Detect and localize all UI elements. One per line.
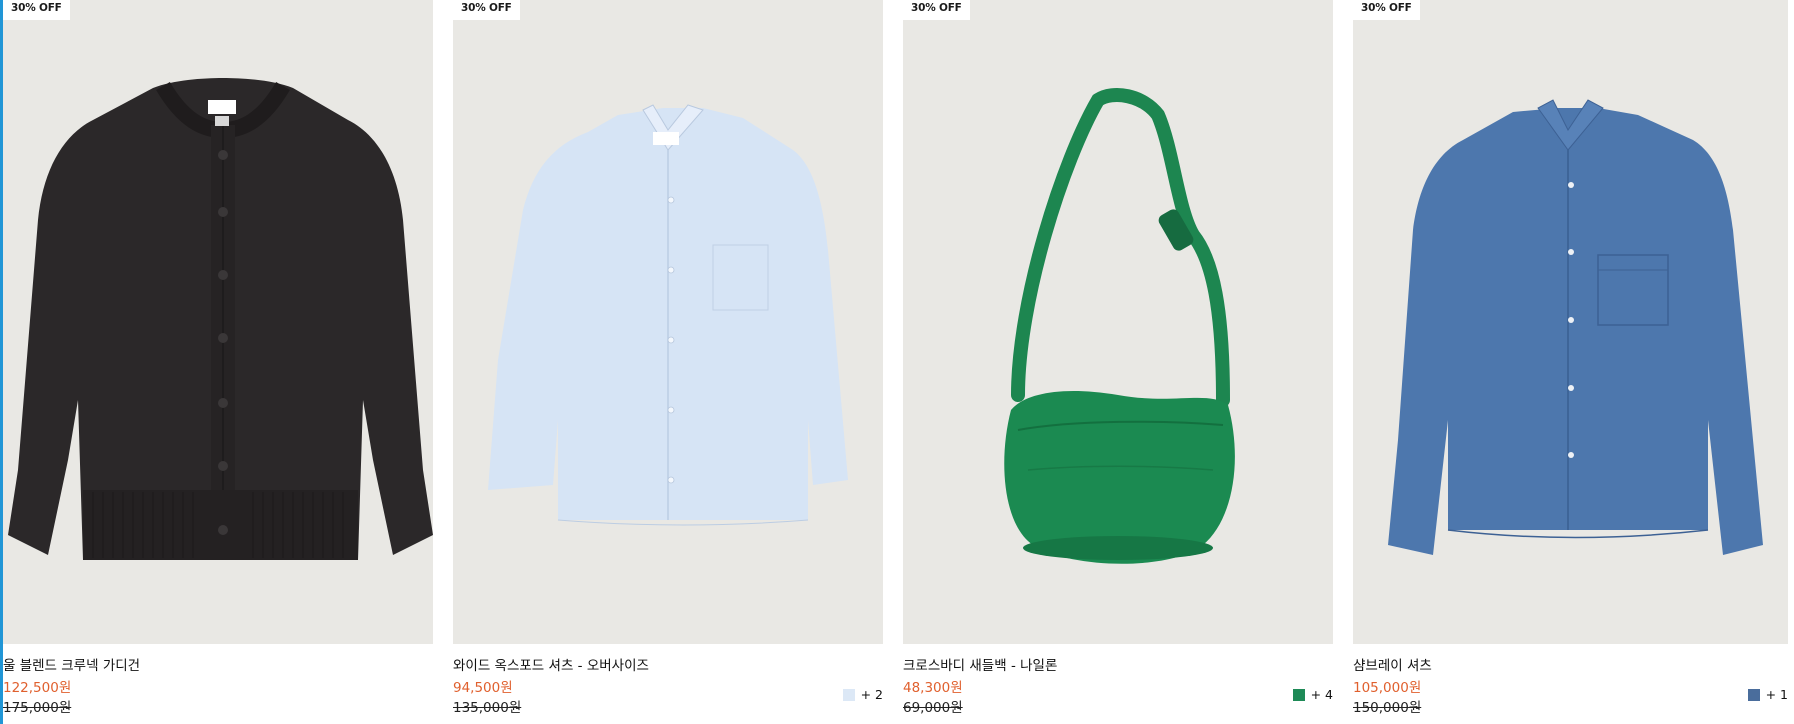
color-swatch[interactable] <box>842 688 855 701</box>
product-info: 울 블렌드 크루넥 가디건 122,500원 175,000원 <box>3 644 433 724</box>
original-price: 150,000원 <box>1353 700 1422 716</box>
color-swatches[interactable]: + 2 <box>842 687 883 702</box>
product-info: 크로스바디 새들백 - 나일론 48,300원 69,000원 + 4 <box>903 644 1333 724</box>
discount-badge: 30% OFF <box>1353 0 1420 20</box>
color-swatch[interactable] <box>1747 688 1760 701</box>
product-card-chambray-shirt[interactable]: 30% OFF 샴브레이 셔츠 105,000원 150,000원 + 1 <box>1353 0 1788 724</box>
product-info: 와이드 옥스포드 셔츠 - 오버사이즈 94,500원 135,000원 + 2 <box>453 644 883 724</box>
sale-price: 105,000원 <box>1353 680 1422 696</box>
chambray-shirt-image <box>1353 0 1788 644</box>
product-grid: 30% OFF 울 블렌드 크루넥 가디건 122,500원 175,000원 … <box>3 0 1788 724</box>
product-image[interactable]: 30% OFF <box>3 0 433 644</box>
bag-image <box>903 0 1333 644</box>
color-swatch[interactable] <box>1292 688 1305 701</box>
more-colors-count[interactable]: + 2 <box>861 687 883 702</box>
discount-badge: 30% OFF <box>3 0 70 20</box>
product-card-cardigan[interactable]: 30% OFF 울 블렌드 크루넥 가디건 122,500원 175,000원 <box>3 0 433 724</box>
shirt-image <box>453 0 883 644</box>
discount-badge: 30% OFF <box>453 0 520 20</box>
sale-price: 48,300원 <box>903 680 963 696</box>
product-image[interactable]: 30% OFF <box>453 0 883 644</box>
product-name[interactable]: 크로스바디 새들백 - 나일론 <box>903 654 1057 674</box>
product-image[interactable]: 30% OFF <box>903 0 1333 644</box>
product-card-oxford-shirt[interactable]: 30% OFF 와이드 옥스포드 셔츠 - 오버사이즈 94,500원 135,… <box>453 0 883 724</box>
sale-price: 94,500원 <box>453 680 513 696</box>
sale-price: 122,500원 <box>3 680 72 696</box>
product-name[interactable]: 샴브레이 셔츠 <box>1353 654 1432 674</box>
product-listing-page: 30% OFF 울 블렌드 크루넥 가디건 122,500원 175,000원 … <box>0 0 1794 724</box>
color-swatches[interactable]: + 4 <box>1292 687 1333 702</box>
original-price: 69,000원 <box>903 700 963 716</box>
product-card-crossbody-bag[interactable]: 30% OFF 크로스바디 새들백 - 나일론 48,300원 69,000원 … <box>903 0 1333 724</box>
discount-badge: 30% OFF <box>903 0 970 20</box>
product-name[interactable]: 울 블렌드 크루넥 가디건 <box>3 654 140 674</box>
original-price: 135,000원 <box>453 700 522 716</box>
color-swatches[interactable]: + 1 <box>1747 687 1788 702</box>
original-price: 175,000원 <box>3 700 72 716</box>
product-image[interactable]: 30% OFF <box>1353 0 1788 644</box>
product-name[interactable]: 와이드 옥스포드 셔츠 - 오버사이즈 <box>453 654 649 674</box>
product-info: 샴브레이 셔츠 105,000원 150,000원 + 1 <box>1353 644 1788 724</box>
more-colors-count[interactable]: + 1 <box>1766 687 1788 702</box>
more-colors-count[interactable]: + 4 <box>1311 687 1333 702</box>
cardigan-image <box>3 0 433 644</box>
